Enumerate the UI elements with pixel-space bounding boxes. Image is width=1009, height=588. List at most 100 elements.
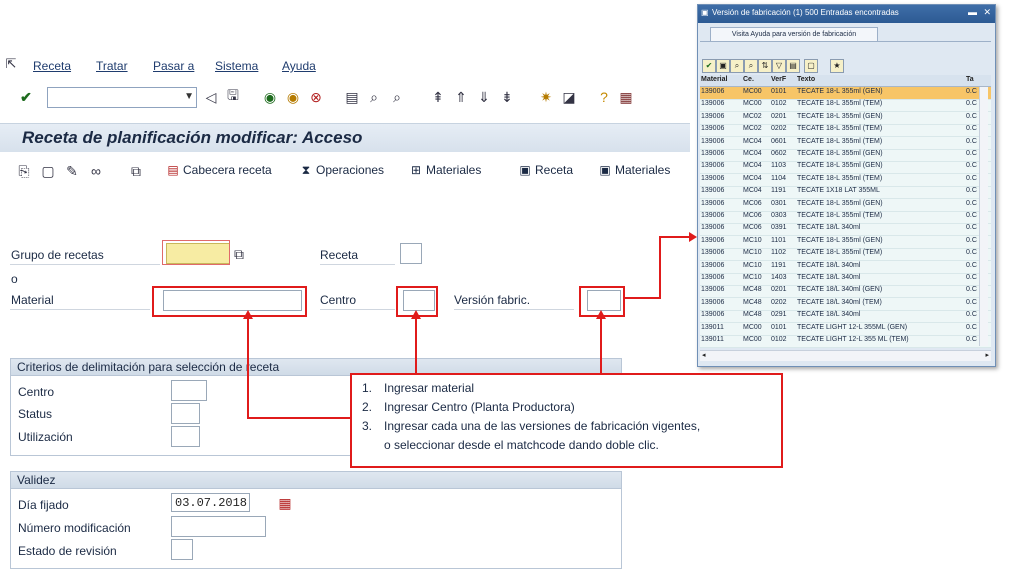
table-cell: TECATE 1X18 LAT 355ML	[797, 187, 880, 195]
callout-step: o seleccionar desde el matchcode dando d…	[384, 438, 659, 452]
col-ta[interactable]: Ta	[966, 76, 974, 83]
table-cell: TECATE 18-L 355ml (GEN)	[797, 112, 883, 120]
table-cell: 0.C	[966, 286, 977, 294]
table-row[interactable]: 139006 MC02 0201 TECATE 18-L 355ml (GEN) 0.C	[700, 112, 991, 125]
table-cell: MC48	[743, 298, 762, 306]
table-row[interactable]: 139006 MC48 0291 TECATE 18/L 340ml 0.C	[700, 310, 991, 324]
callout-step: Ingresar cada una de las versiones de fa…	[384, 419, 701, 433]
table-row[interactable]: 139006 MC04 0602 TECATE 18-L 355ml (GEN) 0.C	[700, 149, 991, 162]
table-cell: 0301	[771, 199, 787, 207]
table-row[interactable]: 139006 MC06 0303 TECATE 18-L 355ml (TEM) 0.C	[700, 211, 991, 224]
table-row[interactable]: 139006 MC00 0101 TECATE 18-L 355ml (GEN) 0.C	[700, 87, 991, 100]
layout-icon[interactable]: ▤	[786, 59, 800, 73]
table-row[interactable]: 139006 MC04 1104 TECATE 18-L 355ml (TEM) 0.C	[700, 174, 991, 187]
table-row[interactable]: 139006 MC06 0391 TECATE 18/L 340ml 0.C	[700, 223, 991, 237]
table-row[interactable]: 139006 MC10 1403 TECATE 18/L 340ml 0.C	[700, 273, 991, 286]
popup-window-icon: ▣	[701, 8, 709, 17]
minimize-icon[interactable]: ▬	[968, 7, 977, 17]
table-cell: 1191	[771, 187, 787, 195]
table-cell: TECATE 18-L 355ml (TEM)	[797, 100, 883, 108]
table-cell: 1103	[771, 162, 787, 170]
favorite-icon[interactable]: ★	[830, 59, 844, 73]
table-cell: 0101	[771, 323, 787, 331]
callout-num: 1.	[362, 381, 373, 395]
table-cell: 139006	[701, 311, 725, 319]
arrowhead-centro	[411, 310, 421, 319]
table-cell: 0.C	[966, 298, 977, 306]
arrowhead-popup	[689, 232, 697, 242]
table-cell: 0.C	[966, 212, 977, 219]
table-cell: 0101	[771, 88, 787, 95]
scroll-right-icon[interactable]: ▸	[985, 351, 989, 359]
callout-step: Ingresar material	[384, 381, 475, 395]
vertical-scrollbar[interactable]	[979, 87, 988, 346]
table-cell: 139006	[701, 199, 725, 207]
close-icon[interactable]: ✕	[983, 7, 991, 18]
new-icon[interactable]: ▢	[804, 59, 818, 73]
table-cell: MC02	[743, 112, 762, 120]
table-cell: 139006	[701, 224, 725, 232]
table-cell: MC06	[743, 199, 762, 207]
col-verf[interactable]: VerF	[771, 76, 786, 83]
table-row[interactable]: 139006 MC04 1191 TECATE 1X18 LAT 355ML 0.C	[700, 186, 991, 200]
horizontal-scrollbar[interactable]: ◂ ▸	[700, 350, 991, 361]
table-cell: 1102	[771, 249, 787, 257]
table-cell: MC00	[743, 336, 762, 343]
table-row[interactable]: 139006 MC10 1101 TECATE 18-L 355ml (GEN) 0.C	[700, 236, 991, 249]
table-row[interactable]: 139006 MC48 0201 TECATE 18/L 340ml (GEN) 0.C	[700, 285, 991, 299]
table-cell: TECATE 18-L 355ml (TEM)	[797, 125, 883, 133]
table-cell: 0.C	[966, 174, 977, 182]
table-cell: 0.C	[966, 249, 977, 257]
table-cell: TECATE 18/L 340ml (TEM)	[797, 298, 882, 306]
table-cell: 0.C	[966, 323, 977, 331]
table-row[interactable]: 139006 MC06 0301 TECATE 18-L 355ml (GEN) 0.C	[700, 199, 991, 212]
table-cell: MC10	[743, 261, 762, 269]
table-cell: MC04	[743, 174, 762, 182]
sort-icon[interactable]: ⇅	[758, 59, 772, 73]
table-row[interactable]: 139006 MC00 0102 TECATE 18-L 355ml (TEM) 0.C	[700, 99, 991, 113]
col-material[interactable]: Material	[701, 76, 727, 83]
table-cell: MC00	[743, 88, 762, 95]
table-cell: 0.C	[966, 162, 977, 170]
table-cell: TECATE 18-L 355ml (TEM)	[797, 212, 883, 219]
table-cell: MC04	[743, 150, 762, 157]
details-icon[interactable]: ▣	[716, 59, 730, 73]
table-cell: TECATE LIGHT 12-L 355 ML (TEM)	[797, 336, 909, 343]
table-cell: 0.C	[966, 224, 977, 232]
table-cell: 0.C	[966, 199, 977, 207]
table-cell: 139006	[701, 298, 725, 306]
table-cell: 139006	[701, 174, 725, 182]
table-row[interactable]: 139006 MC10 1102 TECATE 18-L 355ml (TEM) 0.C	[700, 248, 991, 262]
table-cell: TECATE 18-L 355ml (GEN)	[797, 88, 883, 95]
confirm-icon[interactable]: ✔	[702, 59, 716, 73]
col-texto[interactable]: Texto	[797, 76, 815, 83]
table-row[interactable]: 139006 MC02 0202 TECATE 18-L 355ml (TEM) 0.C	[700, 124, 991, 138]
table-row[interactable]: 139006 MC04 0601 TECATE 18-L 355ml (TEM) 0.C	[700, 137, 991, 150]
table-cell: 0601	[771, 137, 787, 145]
table-cell: MC06	[743, 212, 762, 219]
find-next-icon[interactable]: ⌕	[744, 59, 758, 73]
table-row[interactable]: 139006 MC10 1191 TECATE 18/L 340ml 0.C	[700, 261, 991, 274]
table-cell: 139006	[701, 261, 725, 269]
table-cell: 139006	[701, 125, 725, 133]
popup-toolbar: ✔ ▣ ⌕ ⌕ ⇅ ▽ ▤ ▢ ★	[700, 59, 991, 73]
find-icon[interactable]: ⌕	[730, 59, 744, 73]
table-row[interactable]: 139006 MC48 0202 TECATE 18/L 340ml (TEM) 0.C	[700, 298, 991, 311]
table-row[interactable]: 139011 MC00 0102 TECATE LIGHT 12-L 355 ML (…	[700, 335, 991, 348]
filter-icon[interactable]: ▽	[772, 59, 786, 73]
popup-tab[interactable]: Visita Ayuda para versión de fabricación	[710, 27, 878, 42]
table-cell: TECATE 18-L 355ml (GEN)	[797, 236, 883, 244]
table-cell: MC00	[743, 100, 762, 108]
scroll-left-icon[interactable]: ◂	[702, 351, 706, 359]
table-cell: MC04	[743, 162, 762, 170]
table-cell: 0102	[771, 336, 787, 343]
callout-num: 3.	[362, 419, 373, 433]
callout-num: 2.	[362, 400, 373, 414]
table-row[interactable]: 139006 MC04 1103 TECATE 18-L 355ml (GEN) 0.C	[700, 161, 991, 175]
table-row[interactable]: 139011 MC00 0101 TECATE LIGHT 12-L 355ML (G…	[700, 323, 991, 336]
table-cell: 0201	[771, 286, 787, 294]
table-cell: 139006	[701, 88, 725, 95]
table-cell: TECATE 18/L 340ml (GEN)	[797, 286, 883, 294]
popup-title: Versión de fabricación (1) 500 Entradas …	[712, 8, 899, 17]
col-ce[interactable]: Ce.	[743, 76, 754, 83]
